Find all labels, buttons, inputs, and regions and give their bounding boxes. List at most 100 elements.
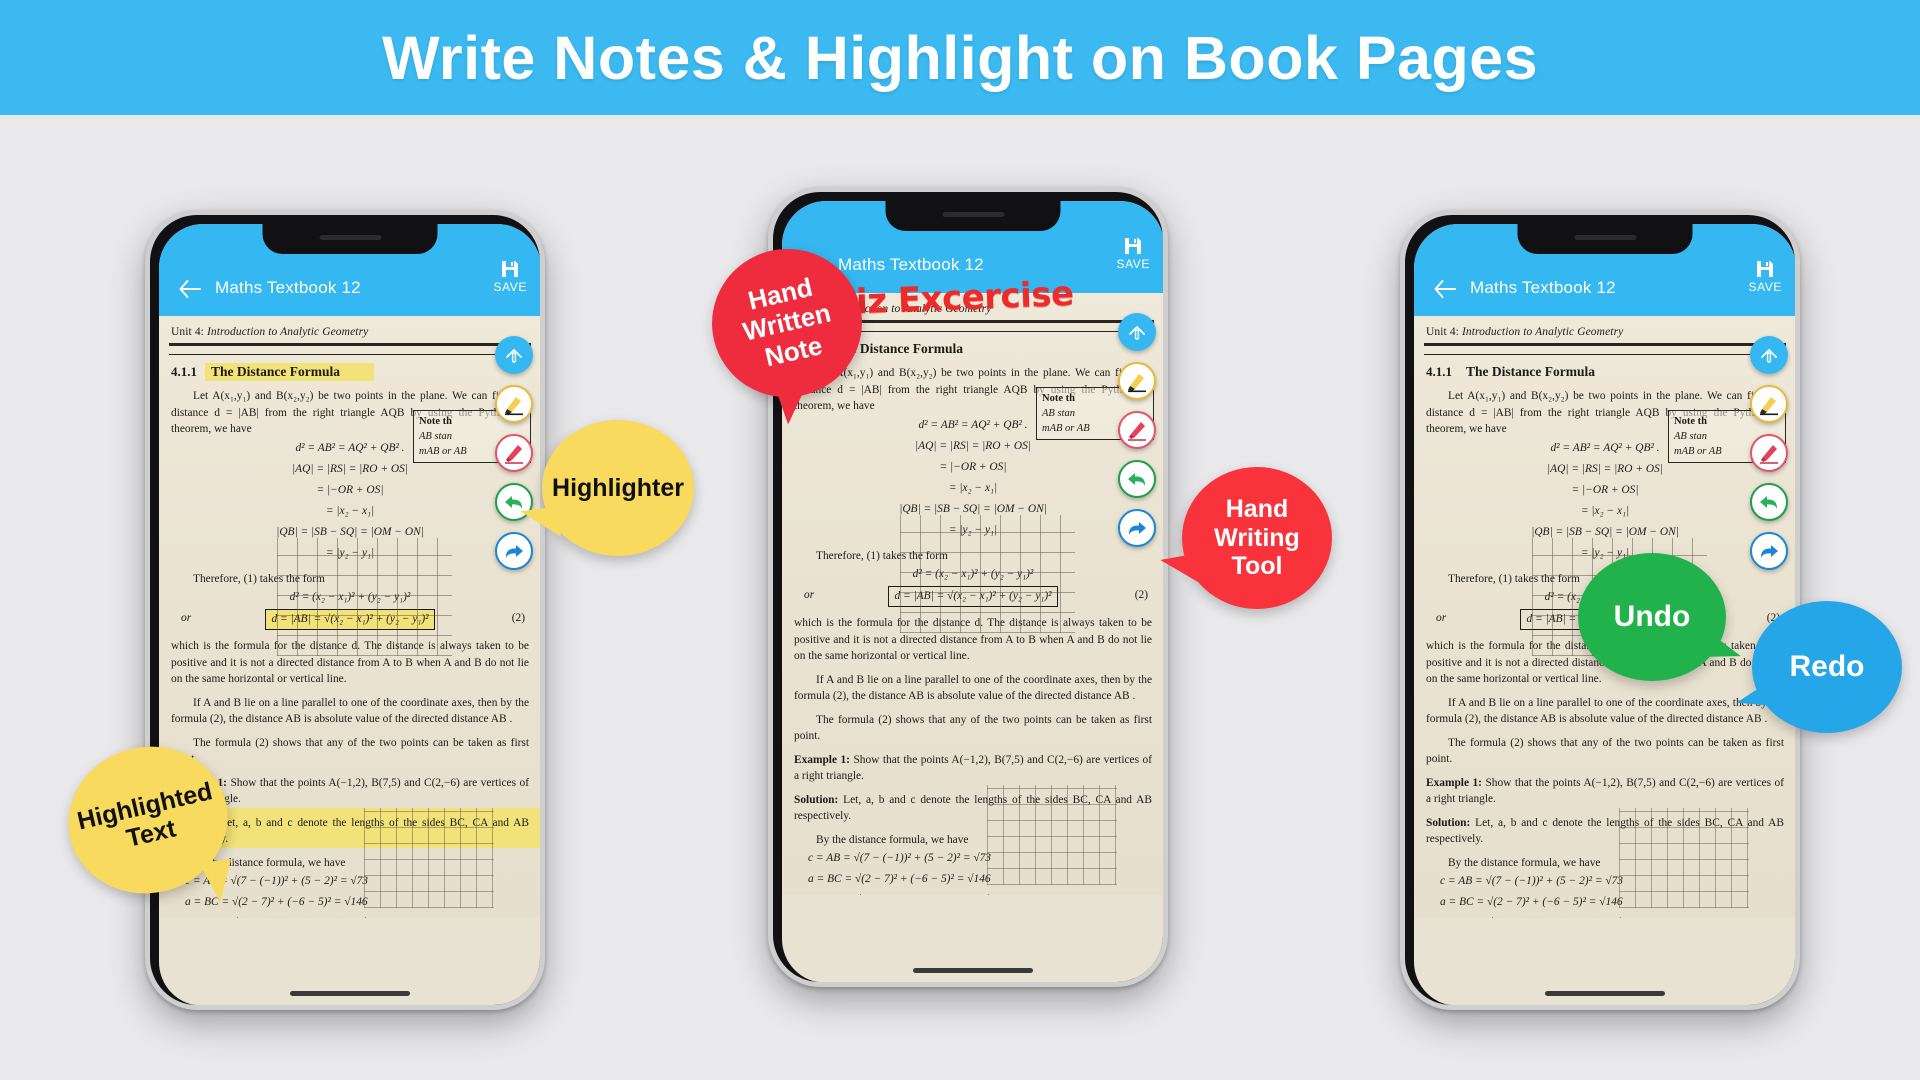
equation-3-row: = |−OR + OS| — [1414, 480, 1795, 501]
equation-2: |AQ| = |RS| = |RO + OS| — [292, 462, 408, 475]
paragraph-5: The formula (2) shows that any of the tw… — [794, 713, 1152, 743]
scroll-to-top-icon — [1761, 348, 1777, 363]
highlighter-icon — [505, 397, 523, 416]
save-button[interactable]: SAVE — [493, 259, 527, 294]
callout-redo-label: Redo — [1789, 649, 1865, 683]
save-label: SAVE — [1748, 280, 1782, 294]
equation-4: = |x₂ − x₁| — [1580, 504, 1630, 517]
undo-button[interactable] — [1750, 483, 1788, 521]
save-label: SAVE — [1116, 257, 1150, 271]
highlighter-button[interactable] — [1750, 385, 1788, 423]
undo-icon — [1128, 473, 1146, 486]
tool-rail-1 — [495, 336, 533, 581]
line-1: Hand — [1225, 495, 1289, 524]
home-indicator-2 — [913, 968, 1033, 973]
redo-button[interactable] — [495, 532, 533, 570]
redo-icon — [1760, 545, 1778, 558]
home-indicator-1 — [290, 991, 410, 996]
phone-notch-2 — [885, 201, 1061, 231]
scroll-to-top-button[interactable] — [1118, 313, 1156, 351]
redo-button[interactable] — [1118, 509, 1156, 547]
solution-equation-3: b = CA = √(2 − (−1))² + (−6 − 2)² = √73 — [185, 914, 377, 918]
redo-button[interactable] — [1750, 532, 1788, 570]
figure-graph-2 — [987, 785, 1117, 885]
equation-8-or: or — [181, 612, 192, 624]
callout-hand-written-note-label: Hand Written Note — [728, 268, 846, 377]
pen-button[interactable] — [1750, 434, 1788, 472]
scroll-to-top-icon — [1129, 325, 1145, 340]
equation-3: = |−OR + OS| — [939, 460, 1007, 473]
tool-rail-2 — [1118, 313, 1156, 558]
app-title: Maths Textbook 12 — [838, 255, 984, 274]
note-box-line-2: AB stan — [419, 431, 452, 442]
solution-equation-3-row: b = CA = √(2 − (−1))² + (−6 − 2)² = √73 — [1414, 913, 1795, 918]
paragraph-4: If A and B lie on a line parallel to one… — [171, 696, 529, 726]
section-number: 4.1.1 — [1426, 364, 1452, 379]
example-label: Example 1: — [1426, 776, 1482, 789]
callout-hand-writing-tool: Hand Writing Tool — [1157, 467, 1332, 609]
scroll-to-top-button[interactable] — [495, 336, 533, 374]
equation-3-row: = |−OR + OS| — [159, 480, 540, 501]
equation-8-or: or — [1436, 612, 1447, 624]
pen-button[interactable] — [495, 434, 533, 472]
header-banner: Write Notes & Highlight on Book Pages — [0, 0, 1920, 115]
highlighter-icon — [1128, 374, 1146, 393]
note-box-line-1: Note th — [1042, 393, 1075, 404]
figure-graph-1 — [277, 538, 452, 656]
unit-title: Introduction to Analytic Geometry — [206, 326, 369, 338]
highlighter-button[interactable] — [495, 385, 533, 423]
note-box-line-2: AB stan — [1042, 408, 1075, 419]
solution-equation-3: b = CA = √(2 − (−1))² + (−6 − 2)² = √73 — [808, 891, 1000, 895]
callout-undo-label: Undo — [1613, 599, 1691, 633]
equation-2: |AQ| = |RS| = |RO + OS| — [915, 439, 1031, 452]
undo-button[interactable] — [1118, 460, 1156, 498]
example-row: Example 1: Show that the points A(−1,2),… — [1414, 768, 1795, 808]
note-box-line-3: mAB or AB — [1042, 423, 1090, 434]
paragraph-4: If A and B lie on a line parallel to one… — [794, 673, 1152, 703]
solution-equation-2: a = BC = √(2 − 7)² + (−6 − 5)² = √146 — [808, 873, 991, 885]
line-3: Tool — [1231, 552, 1283, 581]
callout-undo: Undo — [1578, 553, 1746, 681]
figure-graph-2 — [364, 808, 494, 908]
page-rule — [1424, 343, 1786, 346]
equation-1: d² = AB² = AQ² + QB² . — [295, 441, 405, 454]
callout-tail — [199, 859, 237, 905]
equation-4: = |x₂ − x₁| — [325, 504, 375, 517]
equation-4-row: = |x₂ − x₁| — [782, 478, 1163, 499]
equation-8-or: or — [804, 589, 815, 601]
highlighter-button[interactable] — [1118, 362, 1156, 400]
redo-icon — [1128, 522, 1146, 535]
pen-button[interactable] — [1118, 411, 1156, 449]
solution-equation-1: c = AB = √(7 − (−1))² + (5 − 2)² = √73 — [1440, 875, 1624, 887]
book-page-2[interactable]: Unit 4: Introduction to Analytic Geometr… — [782, 293, 1163, 895]
solution-equation-3-row: b = CA = √(2 − (−1))² + (−6 − 2)² = √73 — [782, 890, 1163, 895]
equation-2: |AQ| = |RS| = |RO + OS| — [1547, 462, 1663, 475]
phone-notch-1 — [262, 224, 438, 254]
phone-notch-3 — [1517, 224, 1693, 254]
note-box-line-1: Note th — [1674, 416, 1707, 427]
speaker-grille — [942, 212, 1004, 217]
pen-icon — [1760, 445, 1778, 464]
note-box-line-3: mAB or AB — [1674, 446, 1722, 457]
figure-graph-2 — [1619, 808, 1749, 908]
speaker-grille — [1574, 235, 1636, 240]
save-button[interactable]: SAVE — [1748, 259, 1782, 294]
figure-graph-1 — [900, 515, 1075, 633]
showcase-stage: Maths Textbook 12 SAVE Unit 4: Introduct… — [0, 115, 1920, 1080]
back-arrow-icon[interactable] — [1434, 280, 1456, 298]
callout-redo: Redo — [1732, 601, 1902, 733]
home-indicator-3 — [1545, 991, 1665, 996]
equation-3-row: = |−OR + OS| — [782, 457, 1163, 478]
page-rule — [169, 343, 531, 346]
save-button[interactable]: SAVE — [1116, 236, 1150, 271]
scroll-to-top-button[interactable] — [1750, 336, 1788, 374]
solution-equation-3-row: b = CA = √(2 − (−1))² + (−6 − 2)² = √73 — [159, 913, 540, 918]
equation-4-row: = |x₂ − x₁| — [1414, 501, 1795, 522]
callout-hand-writing-tool-label: Hand Writing Tool — [1208, 495, 1306, 581]
solution-equation-1: c = AB = √(7 − (−1))² + (5 − 2)² = √73 — [808, 852, 992, 864]
section-heading: 4.1.1 The Distance Formula — [1414, 363, 1795, 381]
app-title: Maths Textbook 12 — [1470, 278, 1616, 297]
back-arrow-icon[interactable] — [179, 280, 201, 298]
highlighter-icon — [1760, 397, 1778, 416]
example-row: Example 1: Show that the points A(−1,2),… — [782, 745, 1163, 785]
